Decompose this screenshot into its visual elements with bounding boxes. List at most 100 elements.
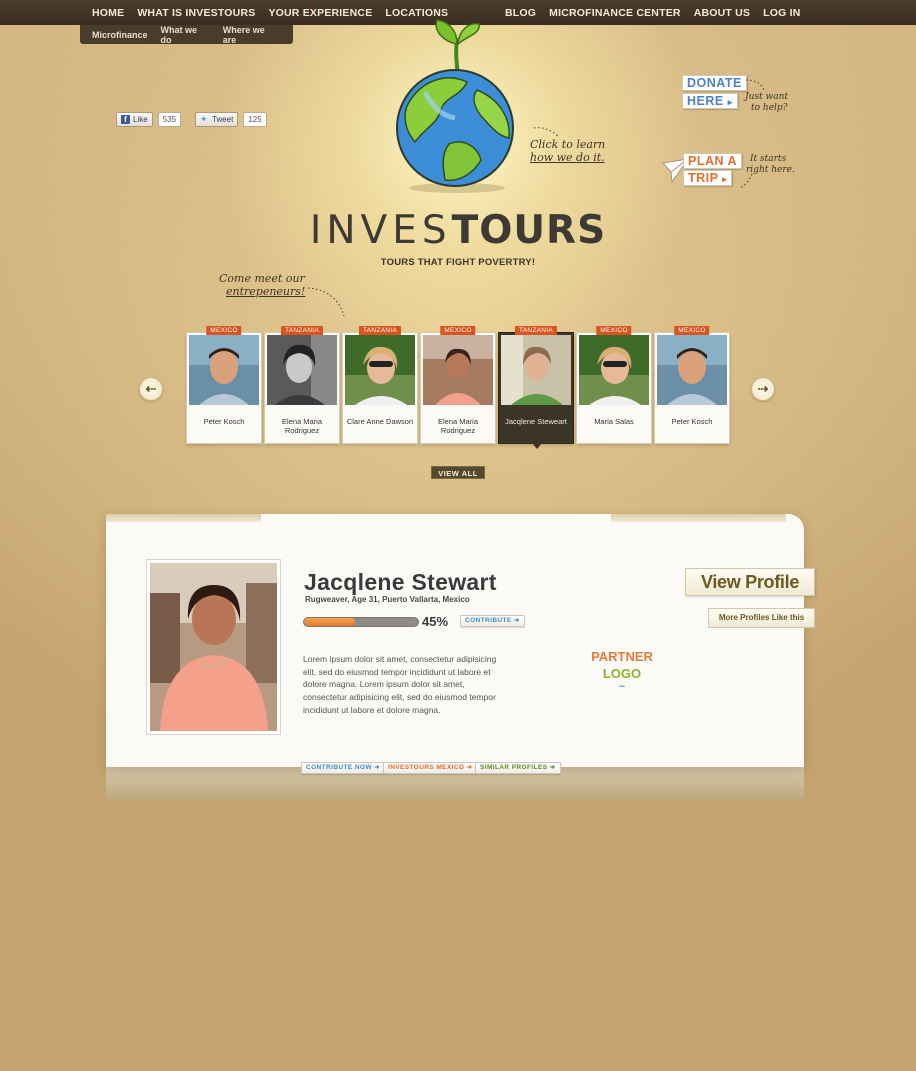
entrepreneur-photo [501,335,571,405]
subnav-where-we-are[interactable]: Where we are [223,25,280,45]
globe-sprout-icon[interactable] [385,18,530,193]
nav-log-in[interactable]: LOG IN [763,7,800,19]
nav-microfinance-center[interactable]: MICROFINANCE CENTER [549,7,681,19]
partner-logo-line2: LOGO [602,666,642,681]
entrepreneur-card-active[interactable]: TANZANIA Jacqlene Steweart [498,326,574,449]
tweet-label: Tweet [212,114,234,124]
entrepreneur-photo [189,335,259,405]
investours-mexico-label: INVESTOURS MEXICO [388,764,465,771]
help-note: Just want to help? [745,92,788,114]
entrepreneur-photo [579,335,649,405]
view-all-button[interactable]: VIEW ALL [431,466,485,479]
meet-note-line2: entrepeneurs! [226,285,306,298]
arrow-right-icon: ➜ [549,764,556,771]
nav-your-experience[interactable]: YOUR EXPERIENCE [268,7,372,19]
country-flag: TANZANIA [280,326,324,335]
profile-subtitle: Rugweaver, Age 31, Puerto Vallarta, Mexi… [305,595,470,604]
profile-panel: Jacqlene Stewart Rugweaver, Age 31, Puer… [106,514,815,767]
entrepreneur-name: Elena Maria Rodriguez [281,417,323,435]
nav-about-us[interactable]: ABOUT US [694,7,750,19]
logo-wordmark-bold: TOURS [451,208,607,253]
profile-photo [150,563,277,731]
tweet-widget: ✦ Tweet 125 [195,111,267,127]
country-flag: MEXICO [206,326,242,335]
nav-blog[interactable]: BLOG [505,7,536,19]
profile-photo-frame [146,559,281,735]
trip-button[interactable]: TRIP ▸ [683,170,733,186]
entrepreneur-photo [267,335,337,405]
logo-wordmark: INVESTOURS [300,208,616,253]
plan-label: PLAN A [688,154,738,168]
entrepreneur-photo [657,335,727,405]
similar-profiles-label: SIMILAR PROFILES [480,764,548,771]
entrepreneur-carousel: MEXICO Peter Kosch TANZANIA Elena Maria … [186,326,732,449]
plan-a-button[interactable]: PLAN A [683,153,743,169]
nav-home[interactable]: HOME [92,7,124,19]
here-button[interactable]: HERE ▸ [682,93,738,109]
nav-right: BLOG MICROFINANCE CENTER ABOUT US LOG IN [505,0,814,25]
meet-note-line1: Come meet our [219,272,305,285]
arrow-left-icon: ⇠ [145,381,157,396]
partner-logo-line3: ~ [618,681,626,693]
donate-button[interactable]: DONATE [682,75,747,91]
here-label: HERE [687,94,724,108]
like-label: Like [133,114,148,124]
contribute-now-label: CONTRIBUTE NOW [306,764,372,771]
entrepreneur-card[interactable]: MEXICO Peter Kosch [186,326,262,444]
investours-logo[interactable]: INVESTOURS TOURS THAT FIGHT POVERTRY! [300,208,616,268]
meet-note: Come meet our entrepeneurs! [219,272,305,298]
subnav-microfinance[interactable]: Microfinance [92,30,148,40]
arrow-right-icon: ➜ [466,764,473,771]
entrepreneur-card[interactable]: TANZANIA Elena Maria Rodriguez [264,326,340,444]
carousel-next-button[interactable]: ⇢ [751,377,775,401]
funding-progress-label: 45% [422,614,449,629]
dotted-arrow-icon [533,127,559,137]
like-count: 535 [157,111,182,127]
entrepreneur-name: Clare Anne Dawson [346,417,414,426]
logo-wordmark-light: INVES [309,208,452,253]
tagline: TOURS THAT FIGHT POVERTRY! [380,257,536,268]
nav-locations[interactable]: LOCATIONS [385,7,448,19]
subnav-what-we-do[interactable]: What we do [161,25,210,45]
panel-tape [106,514,261,522]
chevron-right-icon: ▸ [722,174,728,184]
entrepreneur-card[interactable]: TANZANIA Clare Anne Dawson [342,326,418,444]
facebook-icon: f [121,114,130,124]
facebook-like-widget: f Like 535 [116,111,182,127]
tweet-button[interactable]: ✦ Tweet [195,111,239,127]
facebook-like-button[interactable]: f Like [116,111,153,127]
learn-note-line1: Click to learn [530,138,606,151]
starts-note-line1: It starts [750,154,787,164]
entrepreneur-card[interactable]: MEXICO Peter Kosch [654,326,730,444]
entrepreneur-photo [423,335,493,405]
similar-profiles-button[interactable]: SIMILAR PROFILES ➜ [475,762,561,774]
chevron-right-icon: ▸ [727,97,733,107]
view-profile-button[interactable]: View Profile [685,568,815,596]
contribute-now-button[interactable]: CONTRIBUTE NOW ➜ [301,762,385,774]
arrow-right-icon: ⇢ [757,381,769,396]
learn-note[interactable]: Click to learn how we do it. [530,138,605,164]
tweet-count: 125 [243,111,267,127]
contribute-button[interactable]: CONTRIBUTE ➜ [460,615,525,627]
funding-progress-bar [303,617,419,627]
entrepreneur-card[interactable]: MEXICO Maria Salas [576,326,652,444]
partner-logo-line1: PARTNER [591,649,653,664]
sub-nav: Microfinance What we do Where we are [80,25,293,45]
arrow-right-icon: ➜ [374,764,380,771]
entrepreneur-name: Peter Kosch [203,417,245,426]
nav-what-is-investours[interactable]: WHAT IS INVESTOURS [137,7,255,19]
partner-logo: PARTNER LOGO ~ [590,648,654,693]
twitter-bird-icon: ✦ [200,114,208,124]
entrepreneur-card[interactable]: MEXICO Elena Maria Rodriguez [420,326,496,444]
country-flag: MEXICO [596,326,632,335]
investours-mexico-button[interactable]: INVESTOURS MEXICO ➜ [383,762,478,774]
entrepreneur-name: Elena Maria Rodriguez [437,417,479,435]
carousel-prev-button[interactable]: ⇠ [139,377,163,401]
dotted-arrow-icon [739,173,753,189]
help-note-line2: to help? [751,103,788,113]
more-profiles-button[interactable]: More Profiles Like this [708,608,815,628]
entrepreneur-name: Jacqlene Steweart [505,417,567,426]
profile-bio: Lorem ipsum dolor sit amet, consectetur … [303,654,497,715]
country-flag: TANZANIA [514,326,558,335]
learn-note-line2: how we do it. [530,151,605,164]
